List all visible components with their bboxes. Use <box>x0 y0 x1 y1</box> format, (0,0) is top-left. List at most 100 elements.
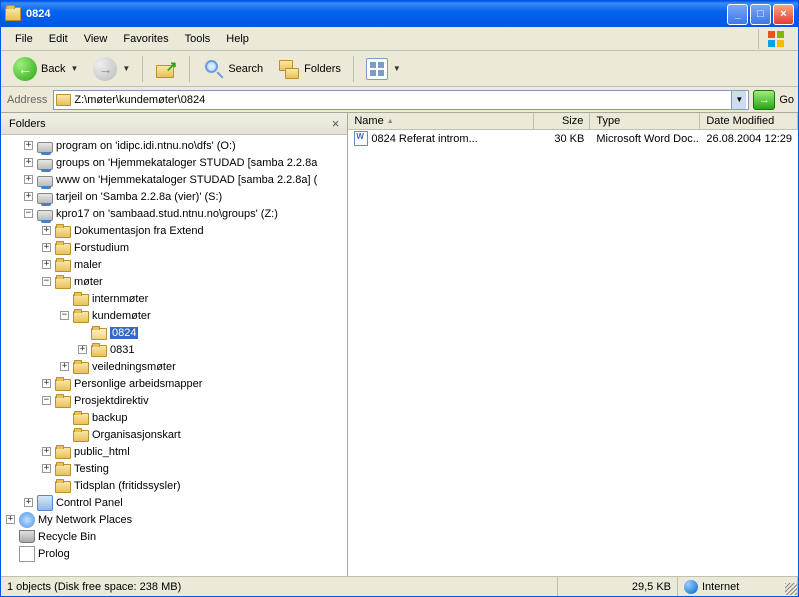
close-pane-icon[interactable]: × <box>332 116 340 131</box>
titlebar: 0824 _ □ × <box>1 1 798 27</box>
prolog-icon <box>19 546 35 562</box>
menu-view[interactable]: View <box>76 30 116 48</box>
recycle-bin-icon <box>19 530 35 543</box>
folders-button[interactable]: Folders <box>272 54 347 84</box>
file-row[interactable]: 0824 Referat introm... 30 KB Microsoft W… <box>348 130 798 147</box>
tree-node-folder[interactable]: +0831 <box>1 341 347 358</box>
chevron-down-icon: ▼ <box>70 64 78 73</box>
back-icon: ← <box>13 57 37 81</box>
file-type: Microsoft Word Doc... <box>590 132 700 146</box>
back-label: Back <box>41 63 65 75</box>
drive-icon <box>37 176 53 187</box>
folder-icon <box>55 243 71 255</box>
tree-node-folder[interactable]: Organisasjonskart <box>1 426 347 443</box>
tree-node-folder[interactable]: −Prosjektdirektiv <box>1 392 347 409</box>
toolbar: ← Back ▼ → ▼ ↗ Search Folders ▼ <box>1 51 798 87</box>
folder-icon <box>55 260 71 272</box>
tree-node-folder[interactable]: +Testing <box>1 460 347 477</box>
status-objects: 1 objects (Disk free space: 238 MB) <box>1 577 558 596</box>
resize-grip-icon[interactable] <box>785 583 797 595</box>
drive-icon <box>37 142 53 153</box>
folder-icon <box>55 226 71 238</box>
column-headers: Name▲ Size Type Date Modified <box>348 113 798 130</box>
tree-node-drive[interactable]: +tarjeil on 'Samba 2.2.8a (vier)' (S:) <box>1 188 347 205</box>
address-dropdown[interactable]: ▼ <box>731 91 746 109</box>
tree-node-folder[interactable]: Prolog <box>1 545 347 562</box>
forward-icon: → <box>93 57 117 81</box>
tree-node-drive[interactable]: +www on 'Hjemmekataloger STUDAD [samba 2… <box>1 171 347 188</box>
folder-icon <box>73 413 89 425</box>
file-date: 26.08.2004 12:29 <box>700 132 798 146</box>
folder-open-icon <box>91 328 107 340</box>
menu-favorites[interactable]: Favorites <box>115 30 176 48</box>
chevron-down-icon: ▼ <box>393 64 401 73</box>
search-button[interactable]: Search <box>196 54 269 84</box>
folders-label: Folders <box>304 63 341 75</box>
minimize-button[interactable]: _ <box>727 4 748 25</box>
tree-node-folder[interactable]: +public_html <box>1 443 347 460</box>
maximize-button[interactable]: □ <box>750 4 771 25</box>
folder-up-icon: ↗ <box>155 58 177 80</box>
drive-icon <box>37 210 53 221</box>
word-doc-icon <box>354 131 368 146</box>
close-button[interactable]: × <box>773 4 794 25</box>
search-icon <box>202 58 224 80</box>
menu-help[interactable]: Help <box>218 30 257 48</box>
address-text: Z:\møter\kundemøter\0824 <box>74 94 731 106</box>
tree-node-folder[interactable]: +Dokumentasjon fra Extend <box>1 222 347 239</box>
folder-icon <box>56 94 71 106</box>
tree-node-folder[interactable]: Tidsplan (fritidssysler) <box>1 477 347 494</box>
column-date[interactable]: Date Modified <box>700 113 798 129</box>
folder-icon <box>73 294 89 306</box>
views-button[interactable]: ▼ <box>360 54 407 84</box>
menu-tools[interactable]: Tools <box>177 30 219 48</box>
folder-icon <box>73 311 89 323</box>
menu-file[interactable]: File <box>7 30 41 48</box>
tree-node-folder[interactable]: +veiledningsmøter <box>1 358 347 375</box>
titlebar-folder-icon <box>5 7 21 21</box>
control-panel-icon <box>37 495 53 511</box>
folder-tree[interactable]: +program on 'idipc.idi.ntnu.no\dfs' (O:)… <box>1 135 347 576</box>
tree-node-folder[interactable]: +Forstudium <box>1 239 347 256</box>
tree-node-drive[interactable]: +groups on 'Hjemmekataloger STUDAD [samb… <box>1 154 347 171</box>
file-list[interactable]: 0824 Referat introm... 30 KB Microsoft W… <box>348 130 798 576</box>
folder-icon <box>55 379 71 391</box>
column-size[interactable]: Size <box>534 113 590 129</box>
tree-node-folder[interactable]: +Personlige arbeidsmapper <box>1 375 347 392</box>
sort-asc-icon: ▲ <box>387 118 394 125</box>
back-button[interactable]: ← Back ▼ <box>7 53 84 85</box>
column-name[interactable]: Name▲ <box>348 113 534 129</box>
tree-node-selected[interactable]: 0824 <box>1 324 347 341</box>
folders-pane-header: Folders × <box>1 113 347 135</box>
tree-node-drive[interactable]: −kpro17 on 'sambaad.stud.ntnu.no\groups'… <box>1 205 347 222</box>
views-icon <box>366 58 388 80</box>
tree-node-folder[interactable]: backup <box>1 409 347 426</box>
status-size: 29,5 KB <box>558 577 678 596</box>
addressbar: Address Z:\møter\kundemøter\0824 ▼ → Go <box>1 87 798 113</box>
menu-edit[interactable]: Edit <box>41 30 76 48</box>
tree-node-folder[interactable]: −møter <box>1 273 347 290</box>
window-title: 0824 <box>26 8 727 20</box>
folder-icon <box>55 447 71 459</box>
chevron-down-icon: ▼ <box>122 64 130 73</box>
content-pane: Name▲ Size Type Date Modified 0824 Refer… <box>348 113 798 576</box>
folder-icon <box>55 396 71 408</box>
go-label: Go <box>779 94 794 106</box>
folder-icon <box>91 345 107 357</box>
tree-node-recyclebin[interactable]: Recycle Bin <box>1 528 347 545</box>
tree-node-controlpanel[interactable]: +Control Panel <box>1 494 347 511</box>
column-type[interactable]: Type <box>590 113 700 129</box>
address-input[interactable]: Z:\møter\kundemøter\0824 ▼ <box>53 90 749 110</box>
folder-up-button[interactable]: ↗ <box>149 54 183 84</box>
tree-node-network[interactable]: +My Network Places <box>1 511 347 528</box>
tree-node-folder[interactable]: −kundemøter <box>1 307 347 324</box>
tree-node-folder[interactable]: internmøter <box>1 290 347 307</box>
go-button[interactable]: → <box>753 90 775 110</box>
network-icon <box>19 512 35 528</box>
file-name: 0824 Referat introm... <box>371 133 477 145</box>
folders-pane: Folders × +program on 'idipc.idi.ntnu.no… <box>1 113 348 576</box>
tree-node-folder[interactable]: +maler <box>1 256 347 273</box>
forward-button[interactable]: → ▼ <box>87 53 136 85</box>
tree-node-drive[interactable]: +program on 'idipc.idi.ntnu.no\dfs' (O:) <box>1 137 347 154</box>
menubar: File Edit View Favorites Tools Help <box>1 27 798 51</box>
